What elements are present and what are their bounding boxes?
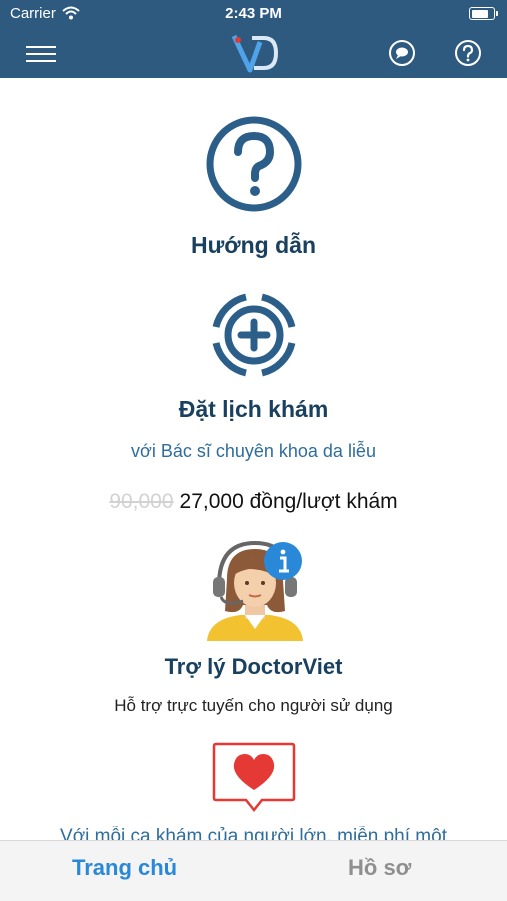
current-price: 27,000 đồng/lượt khám (179, 490, 398, 513)
battery-icon (469, 7, 498, 20)
tab-bar: Trang chủ Hồ sơ (0, 840, 507, 901)
tab-home[interactable]: Trang chủ (72, 855, 177, 881)
hamburger-menu-icon[interactable] (26, 41, 56, 65)
assistant-description: Hỗ trợ trực tuyến cho người sử dụng (114, 696, 393, 715)
support-agent-icon[interactable] (205, 541, 305, 641)
booking-subtitle: với Bác sĩ chuyên khoa da liễu (131, 441, 376, 461)
question-circle-icon[interactable] (204, 114, 304, 214)
booking-title[interactable]: Đặt lịch khám (0, 396, 507, 423)
booking-price-row: 90,000 27,000 đồng/lượt khám (0, 490, 507, 514)
status-bar: Carrier 2:43 PM (0, 0, 507, 28)
assistant-title[interactable]: Trợ lý DoctorViet (0, 654, 507, 680)
guide-title[interactable]: Hướng dẫn (0, 232, 507, 259)
chat-bubble-icon[interactable] (388, 39, 416, 67)
old-price: 90,000 (109, 490, 174, 513)
doctorviet-logo (231, 34, 278, 73)
home-content: Hướng dẫn Đặt lịch khám với Bác sĩ chuyê… (0, 78, 507, 840)
nav-bar (0, 28, 507, 78)
plus-circle-icon[interactable] (204, 285, 304, 385)
status-time: 2:43 PM (225, 5, 282, 22)
heart-message-icon[interactable] (212, 742, 296, 814)
tab-profile[interactable]: Hồ sơ (348, 855, 411, 881)
promo-teaser: Với mỗi ca khám của người lớn, miễn phí … (60, 826, 447, 840)
help-circle-icon[interactable] (454, 39, 482, 67)
